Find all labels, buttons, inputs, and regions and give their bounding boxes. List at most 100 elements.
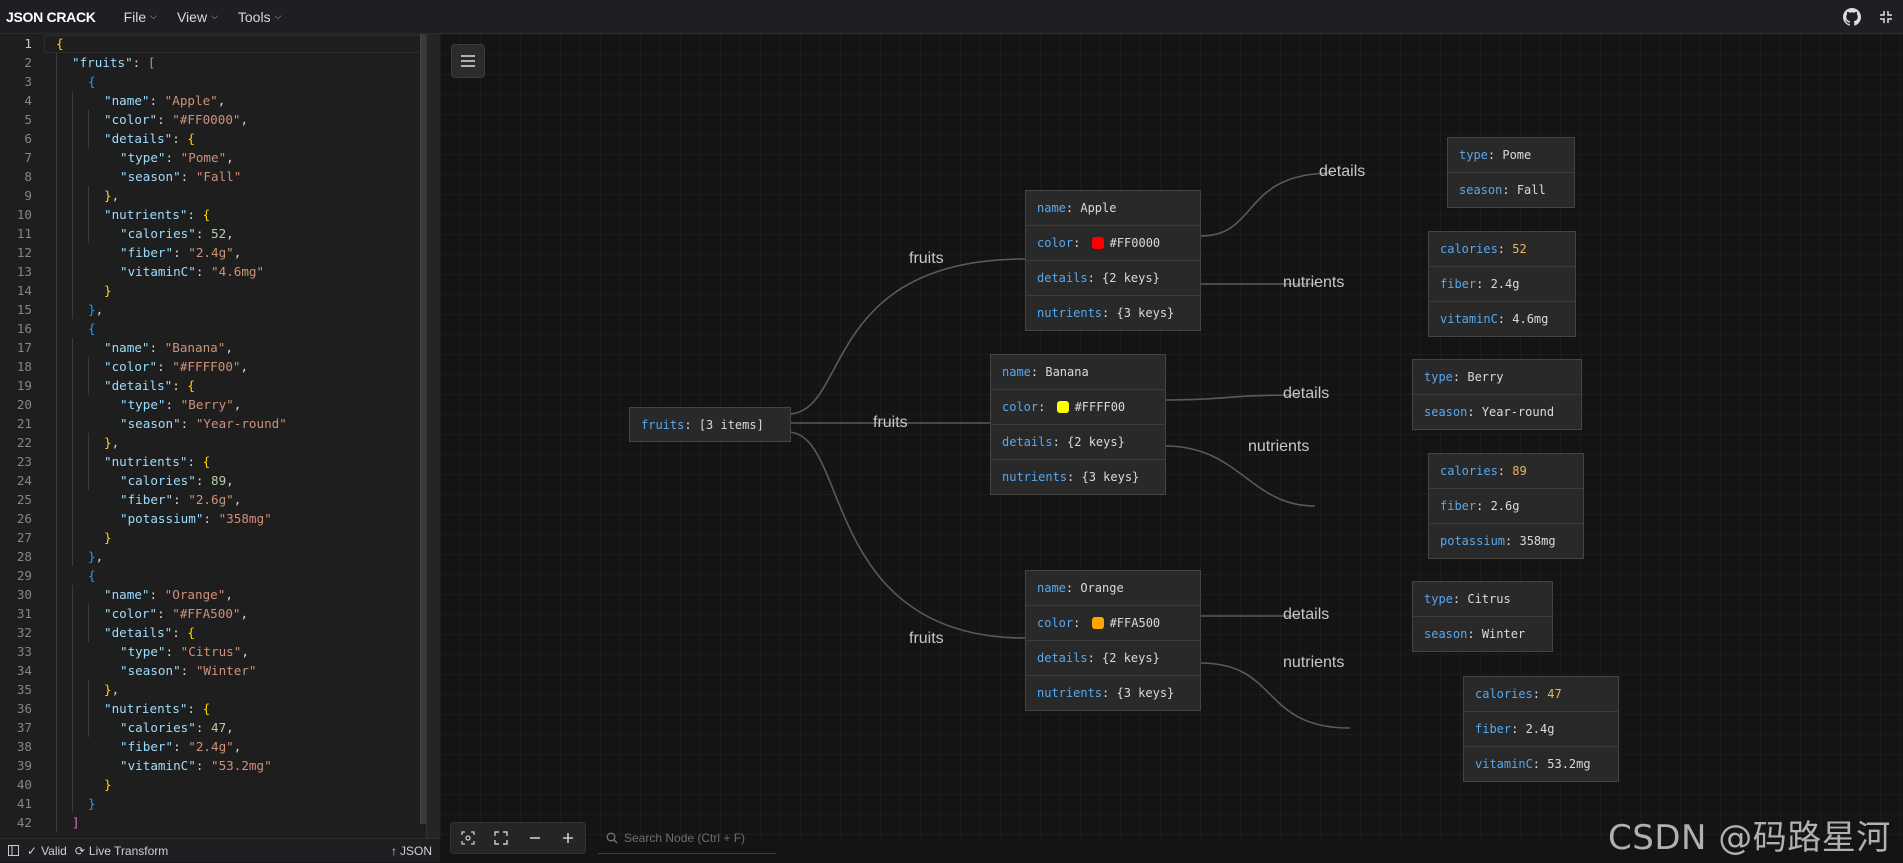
menu-tools[interactable]: Tools ⌵ — [238, 9, 282, 25]
code-line: "name": "Orange", — [104, 587, 233, 602]
edge-label-fruits: fruits — [909, 250, 944, 267]
node-key: details — [1037, 651, 1088, 665]
node-key: fiber — [1440, 277, 1477, 291]
json-string: "53.2mg" — [211, 758, 272, 773]
json-key: "details" — [104, 625, 173, 640]
app-logo[interactable]: JSON CRACK — [6, 9, 96, 25]
node-value: [3 items] — [698, 418, 764, 432]
zoom-in-button[interactable] — [552, 823, 586, 853]
code-line: } — [104, 775, 112, 794]
line-number: 4 — [24, 93, 32, 108]
node-row: type: Berry — [1413, 360, 1581, 395]
node-row: season: Winter — [1424, 627, 1526, 641]
node-apple-details[interactable]: type: Pome season: Fall — [1447, 137, 1575, 208]
code-line: "color": "#FFA500", — [104, 606, 249, 621]
code-line: "vitaminC": "4.6mg" — [120, 264, 265, 279]
search-node — [598, 822, 776, 854]
code-line: "potassium": "358mg" — [120, 511, 272, 526]
json-key: "color" — [104, 606, 158, 621]
line-number: 12 — [16, 245, 32, 260]
code-line: "nutrients": { — [104, 454, 211, 469]
code-line: "fiber": "2.4g", — [120, 245, 242, 260]
json-key: "color" — [104, 112, 158, 127]
code-editor[interactable]: 1 2 3 4 5 6 7 8 9 10 11 12 13 14 15 16 17 18 19 20 21 22 23 24 2… — [0, 34, 440, 838]
code-line: "fiber": "2.6g", — [120, 492, 242, 507]
json-string: "#FF0000" — [172, 112, 241, 127]
node-apple[interactable]: name: Apple color: #FF0000 details: {2 k… — [1025, 190, 1201, 331]
node-root[interactable]: fruits: [3 items] — [629, 407, 791, 442]
node-key: nutrients — [1037, 306, 1103, 320]
line-number: 18 — [16, 359, 32, 374]
json-key: "nutrients" — [104, 701, 188, 716]
node-row: calories: 89 — [1429, 454, 1583, 489]
node-value: 2.6g — [1490, 499, 1520, 513]
focus-button[interactable] — [451, 823, 485, 853]
brace: { — [187, 131, 196, 146]
zoom-out-button[interactable] — [518, 823, 552, 853]
node-value: 4.6mg — [1512, 312, 1549, 326]
line-number: 16 — [16, 321, 32, 336]
json-key: "name" — [104, 587, 150, 602]
node-value: 2.4g — [1490, 277, 1520, 291]
json-key: "season" — [120, 416, 181, 431]
panel-resizer[interactable] — [426, 34, 440, 838]
code-line: } — [104, 528, 112, 547]
hamburger-icon — [461, 55, 475, 67]
brace: } — [88, 302, 96, 317]
line-number: 34 — [16, 663, 32, 678]
format-selector[interactable]: ↑ JSON — [391, 839, 432, 863]
node-orange-nutrients[interactable]: calories: 47 fiber: 2.4g vitaminC: 53.2m… — [1463, 676, 1619, 782]
code-line: }, — [88, 549, 104, 564]
node-value: #FF0000 — [1109, 236, 1161, 250]
node-banana-nutrients[interactable]: calories: 89 fiber: 2.6g potassium: 358m… — [1428, 453, 1584, 559]
code-line: }, — [104, 682, 120, 697]
live-transform-toggle[interactable]: ⟳ Live Transform — [75, 844, 168, 858]
node-orange[interactable]: name: Orange color: #FFA500 details: {2 … — [1025, 570, 1201, 711]
node-key: season — [1459, 183, 1503, 197]
search-input[interactable] — [624, 830, 774, 845]
node-key: color — [1037, 616, 1074, 630]
json-string: "Year-round" — [195, 416, 287, 431]
menu-view[interactable]: View ⌵ — [177, 9, 218, 25]
brace: } — [88, 796, 96, 811]
fit-view-button[interactable] — [485, 823, 519, 853]
node-banana-details[interactable]: type: Berry season: Year-round — [1412, 359, 1582, 430]
node-row: potassium: 358mg — [1440, 534, 1556, 548]
json-key: "calories" — [120, 473, 196, 488]
top-right-actions — [1835, 0, 1903, 34]
json-string: "4.6mg" — [211, 264, 265, 279]
json-string: "358mg" — [218, 511, 272, 526]
graph-menu-button[interactable] — [451, 44, 485, 78]
json-string: "#FFA500" — [172, 606, 241, 621]
code-lines[interactable]: { "fruits": [ { "name": "Apple", "color"… — [48, 34, 424, 838]
line-number: 14 — [16, 283, 32, 298]
node-row: nutrients: {3 keys} — [1002, 470, 1140, 484]
node-orange-details[interactable]: type: Citrus season: Winter — [1412, 581, 1553, 652]
node-key: details — [1002, 435, 1053, 449]
color-swatch — [1056, 401, 1069, 413]
node-apple-nutrients[interactable]: calories: 52 fiber: 2.4g vitaminC: 4.6mg — [1428, 231, 1576, 337]
github-icon[interactable] — [1835, 0, 1869, 34]
node-value: 358mg — [1519, 534, 1556, 548]
edge-label-fruits: fruits — [873, 414, 908, 431]
node-banana[interactable]: name: Banana color: #FFFF00 details: {2 … — [990, 354, 1166, 495]
node-value: Banana — [1045, 365, 1089, 379]
sidebar-toggle-icon[interactable] — [8, 845, 19, 856]
node-value: {2 keys} — [1067, 435, 1125, 449]
line-number: 22 — [16, 435, 32, 450]
code-line: "fruits": [ — [72, 53, 155, 72]
menu-tools-label: Tools — [237, 8, 271, 25]
fullscreen-exit-icon[interactable] — [1869, 0, 1903, 34]
brace: { — [202, 701, 211, 716]
brace: } — [104, 682, 112, 697]
colon: : — [132, 55, 148, 70]
line-number: 9 — [24, 188, 32, 203]
node-row: color: #FFFF00 — [991, 390, 1165, 425]
json-key: "calories" — [120, 226, 196, 241]
code-line: "nutrients": { — [104, 701, 211, 716]
line-number: 30 — [16, 587, 32, 602]
graph-canvas[interactable]: fruits fruits fruits details nutrients d… — [440, 34, 1903, 838]
zoom-out-icon — [529, 837, 540, 839]
menu-file[interactable]: File ⌵ — [124, 9, 157, 25]
node-value: Berry — [1467, 370, 1504, 384]
